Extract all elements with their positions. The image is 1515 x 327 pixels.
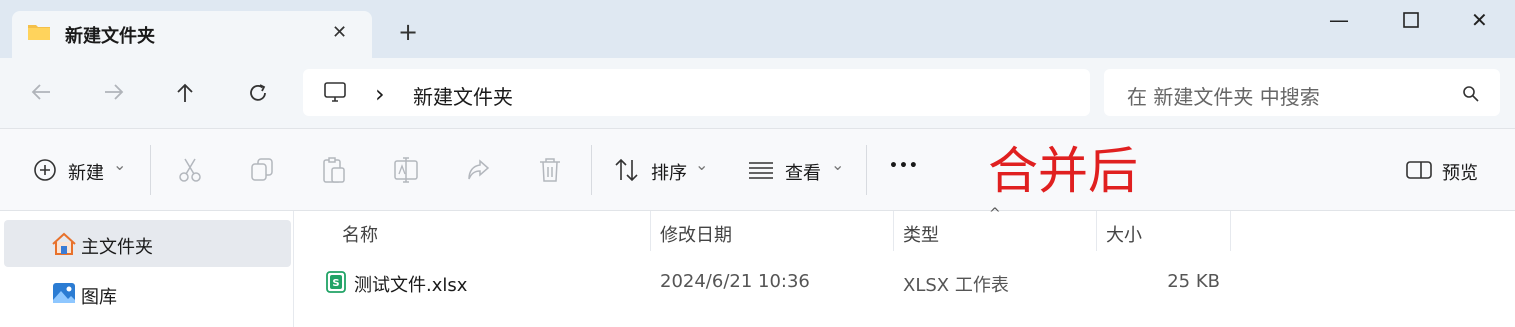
up-icon[interactable] bbox=[175, 82, 195, 104]
column-header-modified[interactable]: 修改日期 bbox=[660, 221, 732, 247]
cut-icon[interactable] bbox=[178, 157, 202, 183]
copy-icon[interactable] bbox=[250, 157, 274, 183]
back-icon[interactable] bbox=[30, 82, 52, 102]
column-divider[interactable] bbox=[893, 211, 894, 251]
forward-icon[interactable] bbox=[103, 82, 125, 102]
tab-close-icon[interactable]: ✕ bbox=[332, 22, 347, 43]
sort-dropdown-icon[interactable]: ⌄ bbox=[695, 155, 708, 174]
preview-button[interactable]: 预览 bbox=[1442, 159, 1478, 185]
home-icon bbox=[51, 232, 77, 256]
file-modified: 2024/6/21 10:36 bbox=[660, 271, 810, 292]
column-header-type[interactable]: 类型 bbox=[903, 221, 939, 247]
column-divider[interactable] bbox=[650, 211, 651, 251]
new-tab-icon[interactable]: + bbox=[398, 18, 418, 46]
gallery-icon bbox=[52, 282, 76, 304]
sort-icon[interactable] bbox=[613, 158, 641, 182]
annotation-label: 合并后 bbox=[988, 142, 1138, 200]
new-button[interactable]: 新建 bbox=[68, 159, 104, 185]
column-divider[interactable] bbox=[1096, 211, 1097, 251]
breadcrumb-folder[interactable]: 新建文件夹 bbox=[413, 81, 513, 110]
breadcrumb-separator[interactable]: › bbox=[375, 80, 385, 108]
minimize-icon[interactable]: — bbox=[1329, 8, 1349, 32]
delete-icon[interactable] bbox=[538, 156, 562, 184]
column-header-name[interactable]: 名称 bbox=[342, 221, 378, 247]
view-icon[interactable] bbox=[748, 161, 774, 179]
excel-file-icon: S bbox=[326, 271, 346, 293]
sidebar-item-gallery[interactable]: 图库 bbox=[81, 283, 117, 309]
share-icon[interactable] bbox=[466, 157, 492, 183]
close-window-icon[interactable]: ✕ bbox=[1471, 8, 1488, 32]
view-button[interactable]: 查看 bbox=[785, 159, 821, 185]
new-icon[interactable] bbox=[33, 158, 57, 182]
tab-title: 新建文件夹 bbox=[65, 26, 155, 47]
computer-icon bbox=[323, 81, 347, 103]
more-options-button[interactable]: ••• bbox=[889, 158, 919, 174]
file-type: XLSX 工作表 bbox=[903, 275, 1009, 296]
folder-icon bbox=[27, 22, 51, 42]
paste-icon[interactable] bbox=[322, 156, 346, 184]
refresh-icon[interactable] bbox=[247, 82, 269, 104]
sidebar-item-label: 主文件夹 bbox=[81, 237, 153, 258]
sort-indicator-icon: ^ bbox=[989, 206, 1001, 222]
svg-text:S: S bbox=[332, 278, 339, 289]
search-placeholder: 在 新建文件夹 中搜索 bbox=[1127, 85, 1320, 109]
view-dropdown-icon[interactable]: ⌄ bbox=[831, 155, 844, 174]
file-name[interactable]: 测试文件.xlsx bbox=[354, 271, 467, 297]
file-size: 25 KB bbox=[1167, 271, 1220, 292]
column-header-size[interactable]: 大小 bbox=[1106, 221, 1142, 247]
search-icon[interactable] bbox=[1462, 85, 1480, 103]
column-divider[interactable] bbox=[1230, 211, 1231, 251]
pane-divider[interactable] bbox=[293, 211, 294, 327]
toolbar-divider bbox=[591, 145, 592, 195]
rename-icon[interactable] bbox=[393, 156, 419, 184]
new-dropdown-icon[interactable]: ⌄ bbox=[113, 155, 126, 174]
toolbar-divider bbox=[866, 145, 867, 195]
maximize-icon[interactable] bbox=[1403, 12, 1419, 28]
toolbar-divider bbox=[150, 145, 151, 195]
preview-icon[interactable] bbox=[1406, 160, 1432, 180]
sort-button[interactable]: 排序 bbox=[651, 159, 687, 185]
